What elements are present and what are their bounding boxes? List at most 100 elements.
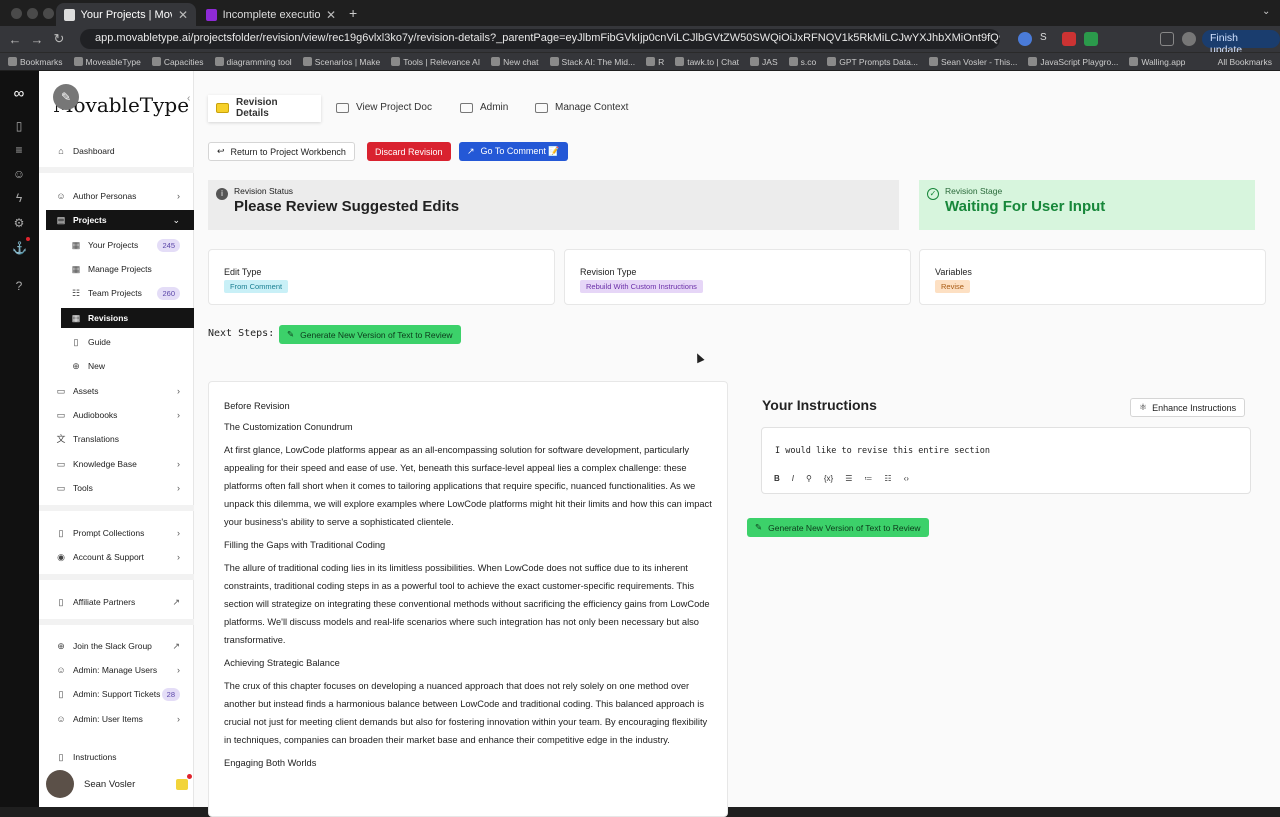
sidebar-item-admin-user-items[interactable]: ☺ Admin: User Items › [46, 709, 194, 729]
extension-s-icon[interactable]: S [1040, 32, 1054, 46]
sidebar-item-admin-support-tickets[interactable]: ▯ Admin: Support Tickets 28 [46, 684, 194, 704]
instructions-text[interactable]: I would like to revise this entire secti… [775, 446, 990, 456]
new-tab-icon[interactable]: + [349, 5, 357, 21]
collapse-sidebar-icon[interactable]: ‹ [187, 93, 190, 104]
close-window-icon[interactable] [11, 8, 22, 19]
help-icon[interactable]: ? [12, 279, 26, 293]
bookmark-item[interactable]: tawk.to | Chat [675, 57, 739, 67]
tab-view-project-doc[interactable]: View Project Doc [328, 95, 440, 122]
italic-icon[interactable]: I [792, 474, 794, 483]
cast-icon[interactable] [1160, 32, 1174, 46]
sidebar-item-author-personas[interactable]: ☺ Author Personas › [46, 186, 194, 206]
browser-tab-make[interactable]: Incomplete executions | Make ✕ [198, 3, 344, 26]
bookmark-item[interactable]: R [646, 57, 664, 67]
zoom-window-icon[interactable] [43, 8, 54, 19]
bookmark-item[interactable]: Scenarios | Make [302, 57, 380, 67]
database-icon[interactable]: ≡ [12, 143, 26, 157]
generate-new-version-button[interactable]: ✎ Generate New Version of Text to Review [279, 325, 461, 344]
user-profile[interactable]: Sean Vosler [46, 769, 135, 799]
minimize-window-icon[interactable] [27, 8, 38, 19]
sidebar-item-your-projects[interactable]: ▦ Your Projects 245 [61, 235, 194, 255]
puzzle-extension-icon[interactable] [1084, 32, 1098, 46]
section-heading: Filling the Gaps with Traditional Coding [224, 540, 386, 550]
document-icon[interactable]: ▯ [12, 119, 26, 133]
calendar-extension-icon[interactable] [1062, 32, 1076, 46]
extension-icon[interactable] [1018, 32, 1032, 46]
sidebar-item-account-support[interactable]: ◉ Account & Support › [46, 547, 194, 567]
bookmark-item[interactable]: Walling.app [1129, 57, 1185, 67]
sidebar-item-manage-projects[interactable]: ▦ Manage Projects [61, 259, 194, 279]
mouse-cursor-icon [693, 351, 705, 364]
sidebar-item-audiobooks[interactable]: ▭ Audiobooks › [46, 405, 194, 425]
sidebar-item-dashboard[interactable]: ⌂ Dashboard [46, 141, 194, 161]
sidebar-item-tools[interactable]: ▭ Tools › [46, 478, 194, 498]
bookmark-item[interactable]: New chat [491, 57, 539, 67]
url-text: app.movabletype.ai/projectsfolder/revisi… [95, 32, 1000, 44]
gear-icon[interactable]: ⚙ [12, 216, 26, 230]
sidebar-item-new[interactable]: ⊕ New [61, 356, 194, 376]
sidebar-item-guide[interactable]: ▯ Guide [61, 332, 194, 352]
tab-manage-context[interactable]: Manage Context [527, 95, 645, 122]
sidebar-item-translations[interactable]: 文 Translations [46, 429, 194, 449]
back-icon[interactable]: ← [4, 32, 26, 47]
instructions-editor[interactable]: I would like to revise this entire secti… [761, 427, 1251, 494]
card-label: Revision Type [580, 267, 637, 277]
link-icon[interactable]: ⚲ [806, 474, 812, 483]
bookmark-icon [214, 57, 224, 66]
folder-icon [535, 102, 548, 113]
bold-icon[interactable]: B [774, 474, 780, 483]
external-link-icon: ↗ [172, 640, 180, 651]
reload-icon[interactable]: ↻ [48, 31, 70, 47]
bookmark-item[interactable]: s.co [788, 57, 816, 67]
discard-revision-button[interactable]: Discard Revision [367, 142, 451, 161]
tab-search-icon[interactable]: ⌄ [1262, 6, 1270, 17]
bolt-icon[interactable]: ϟ [12, 191, 26, 205]
finish-update-button[interactable]: Finish update [1202, 30, 1280, 56]
generate-new-version-button-2[interactable]: ✎ Generate New Version of Text to Review [747, 518, 929, 537]
ship-icon[interactable]: ⚓ [12, 241, 27, 255]
bookmark-item[interactable]: JAS [750, 57, 778, 67]
numbered-list-icon[interactable]: ≔ [864, 474, 872, 483]
close-tab-icon[interactable]: ✕ [178, 8, 188, 22]
notification-dot [26, 237, 30, 241]
sidebar-item-revisions[interactable]: ▦ Revisions [61, 308, 194, 328]
bookmark-item[interactable]: Bookmarks [8, 57, 63, 67]
forward-icon[interactable]: → [26, 32, 48, 47]
bookmark-item[interactable]: MoveableType [73, 57, 141, 67]
bookmark-item[interactable]: JavaScript Playgro... [1028, 57, 1118, 67]
sidebar-item-knowledge-base[interactable]: ▭ Knowledge Base › [46, 454, 194, 474]
all-bookmarks-button[interactable]: All Bookmarks [1218, 57, 1272, 67]
infinity-logo-icon[interactable]: ∞ [12, 86, 26, 101]
bookmark-item[interactable]: Stack AI: The Mid... [549, 57, 635, 67]
close-tab-icon[interactable]: ✕ [326, 8, 336, 22]
sidebar-item-slack[interactable]: ⊕ Join the Slack Group ↗ [46, 636, 194, 656]
tab-revision-details[interactable]: Revision Details [208, 95, 321, 122]
code-icon[interactable]: ‹› [904, 474, 909, 483]
bookmark-item[interactable]: Sean Vosler - This... [928, 57, 1017, 67]
sidebar-item-team-projects[interactable]: ☷ Team Projects 260 [61, 283, 194, 303]
sidebar-item-admin-users[interactable]: ☺ Admin: Manage Users › [46, 660, 194, 680]
sidebar-item-assets[interactable]: ▭ Assets › [46, 381, 194, 401]
browser-tab-movabletype[interactable]: Your Projects | MovableType.ai ✕ [56, 3, 196, 26]
bullet-list-icon[interactable]: ☰ [845, 474, 852, 483]
bookmark-item[interactable]: Tools | Relevance AI [391, 57, 480, 67]
bookmark-item[interactable]: diagramming tool [214, 57, 292, 67]
enhance-instructions-button[interactable]: ⚛ Enhance Instructions [1130, 398, 1246, 417]
sidebar-item-affiliate-partners[interactable]: ▯ Affiliate Partners ↗ [46, 592, 194, 612]
chat-icon[interactable] [176, 779, 188, 790]
document-icon: ▯ [58, 528, 64, 538]
sidebar-item-prompt-collections[interactable]: ▯ Prompt Collections › [46, 523, 194, 543]
sidebar-item-projects[interactable]: ▤ Projects ⌄ [46, 210, 194, 230]
variable-icon[interactable]: {x} [824, 474, 833, 483]
profile-icon[interactable] [1182, 32, 1196, 46]
sidebar-item-instructions[interactable]: ▯ Instructions [46, 752, 194, 762]
bookmark-item[interactable]: Capacities [151, 57, 204, 67]
edit-icon[interactable]: ✎ [53, 84, 79, 110]
users-icon[interactable]: ☺ [12, 167, 26, 181]
address-bar[interactable]: app.movabletype.ai/projectsfolder/revisi… [80, 29, 1000, 49]
return-to-workbench-button[interactable]: ↩ Return to Project Workbench [208, 142, 355, 161]
go-to-comment-button[interactable]: ↗ Go To Comment 📝 [459, 142, 568, 161]
tab-admin[interactable]: Admin [452, 95, 522, 122]
checklist-icon[interactable]: ☷ [884, 474, 891, 483]
bookmark-item[interactable]: GPT Prompts Data... [827, 57, 918, 67]
